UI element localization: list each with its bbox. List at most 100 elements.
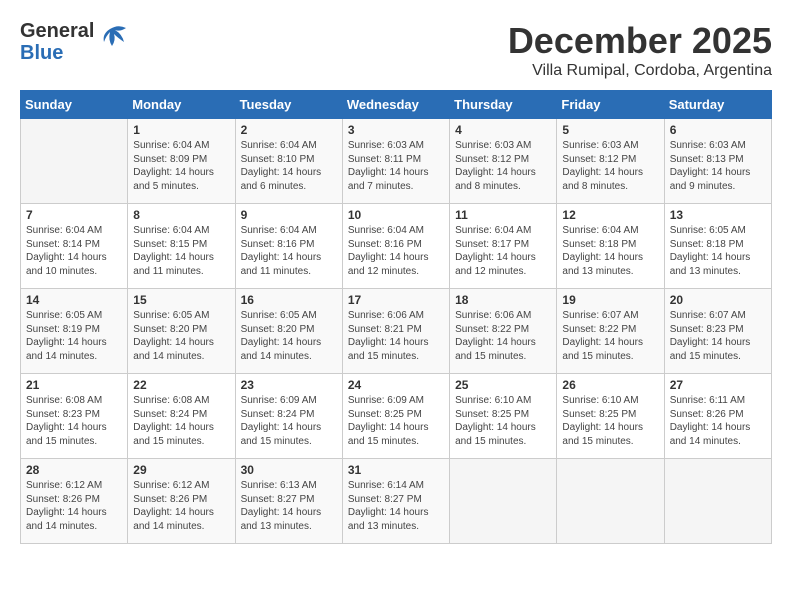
- day-number: 29: [133, 463, 229, 477]
- day-info: Sunrise: 6:03 AMSunset: 8:11 PMDaylight:…: [348, 139, 444, 193]
- day-info: Sunrise: 6:06 AMSunset: 8:22 PMDaylight:…: [455, 309, 551, 363]
- calendar-cell: 13 Sunrise: 6:05 AMSunset: 8:18 PMDayligh…: [664, 204, 771, 289]
- calendar-cell: [664, 459, 771, 544]
- page-header: General Blue December 2025 Villa Rumipal…: [20, 20, 772, 80]
- calendar-cell: [21, 119, 128, 204]
- calendar-cell: 28 Sunrise: 6:12 AMSunset: 8:26 PMDayligh…: [21, 459, 128, 544]
- day-number: 22: [133, 378, 229, 392]
- day-number: 3: [348, 123, 444, 137]
- calendar-cell: 3 Sunrise: 6:03 AMSunset: 8:11 PMDaylight…: [342, 119, 449, 204]
- day-number: 28: [26, 463, 122, 477]
- calendar-cell: 19Sunrise: 6:07 AMSunset: 8:22 PMDayligh…: [557, 289, 664, 374]
- calendar-cell: 14Sunrise: 6:05 AMSunset: 8:19 PMDayligh…: [21, 289, 128, 374]
- day-number: 2: [241, 123, 337, 137]
- day-number: 17: [348, 293, 444, 307]
- day-info: Sunrise: 6:03 AMSunset: 8:13 PMDaylight:…: [670, 139, 766, 193]
- day-number: 24: [348, 378, 444, 392]
- calendar-cell: 2 Sunrise: 6:04 AMSunset: 8:10 PMDaylight…: [235, 119, 342, 204]
- day-number: 5: [562, 123, 658, 137]
- day-number: 26: [562, 378, 658, 392]
- calendar-week-row: 1 Sunrise: 6:04 AMSunset: 8:09 PMDaylight…: [21, 119, 772, 204]
- day-info: Sunrise: 6:03 AMSunset: 8:12 PMDaylight:…: [455, 139, 551, 193]
- day-number: 9: [241, 208, 337, 222]
- calendar-cell: 15Sunrise: 6:05 AMSunset: 8:20 PMDayligh…: [128, 289, 235, 374]
- weekday-header: Wednesday: [342, 91, 449, 119]
- subtitle: Villa Rumipal, Cordoba, Argentina: [508, 62, 772, 80]
- day-info: Sunrise: 6:09 AMSunset: 8:25 PMDaylight:…: [348, 394, 444, 448]
- day-info: Sunrise: 6:06 AMSunset: 8:21 PMDaylight:…: [348, 309, 444, 363]
- day-info: Sunrise: 6:04 AMSunset: 8:10 PMDaylight:…: [241, 139, 337, 193]
- day-info: Sunrise: 6:04 AMSunset: 8:18 PMDaylight:…: [562, 224, 658, 278]
- calendar-cell: 20 Sunrise: 6:07 AMSunset: 8:23 PMDayligh…: [664, 289, 771, 374]
- calendar-cell: 9Sunrise: 6:04 AMSunset: 8:16 PMDaylight…: [235, 204, 342, 289]
- calendar-cell: 22 Sunrise: 6:08 AMSunset: 8:24 PMDayligh…: [128, 374, 235, 459]
- day-info: Sunrise: 6:10 AMSunset: 8:25 PMDaylight:…: [455, 394, 551, 448]
- calendar-cell: 18 Sunrise: 6:06 AMSunset: 8:22 PMDayligh…: [450, 289, 557, 374]
- calendar-header-row: SundayMondayTuesdayWednesdayThursdayFrid…: [21, 91, 772, 119]
- day-info: Sunrise: 6:04 AMSunset: 8:17 PMDaylight:…: [455, 224, 551, 278]
- day-number: 18: [455, 293, 551, 307]
- day-info: Sunrise: 6:13 AMSunset: 8:27 PMDaylight:…: [241, 479, 337, 533]
- calendar-cell: 1 Sunrise: 6:04 AMSunset: 8:09 PMDaylight…: [128, 119, 235, 204]
- calendar-week-row: 14Sunrise: 6:05 AMSunset: 8:19 PMDayligh…: [21, 289, 772, 374]
- day-number: 1: [133, 123, 229, 137]
- calendar-cell: 26 Sunrise: 6:10 AMSunset: 8:25 PMDayligh…: [557, 374, 664, 459]
- day-number: 11: [455, 208, 551, 222]
- day-number: 12: [562, 208, 658, 222]
- day-info: Sunrise: 6:04 AMSunset: 8:09 PMDaylight:…: [133, 139, 229, 193]
- calendar-cell: 12 Sunrise: 6:04 AMSunset: 8:18 PMDayligh…: [557, 204, 664, 289]
- day-number: 6: [670, 123, 766, 137]
- day-number: 23: [241, 378, 337, 392]
- day-number: 8: [133, 208, 229, 222]
- calendar-week-row: 21 Sunrise: 6:08 AMSunset: 8:23 PMDayligh…: [21, 374, 772, 459]
- weekday-header: Tuesday: [235, 91, 342, 119]
- calendar-cell: [450, 459, 557, 544]
- day-info: Sunrise: 6:05 AMSunset: 8:20 PMDaylight:…: [133, 309, 229, 363]
- day-info: Sunrise: 6:08 AMSunset: 8:23 PMDaylight:…: [26, 394, 122, 448]
- day-info: Sunrise: 6:08 AMSunset: 8:24 PMDaylight:…: [133, 394, 229, 448]
- day-info: Sunrise: 6:07 AMSunset: 8:23 PMDaylight:…: [670, 309, 766, 363]
- calendar-cell: 23 Sunrise: 6:09 AMSunset: 8:24 PMDayligh…: [235, 374, 342, 459]
- day-info: Sunrise: 6:12 AMSunset: 8:26 PMDaylight:…: [26, 479, 122, 533]
- day-info: Sunrise: 6:11 AMSunset: 8:26 PMDaylight:…: [670, 394, 766, 448]
- day-number: 10: [348, 208, 444, 222]
- day-number: 13: [670, 208, 766, 222]
- weekday-header: Thursday: [450, 91, 557, 119]
- logo-blue: Blue: [20, 42, 94, 64]
- day-info: Sunrise: 6:03 AMSunset: 8:12 PMDaylight:…: [562, 139, 658, 193]
- title-block: December 2025 Villa Rumipal, Cordoba, Ar…: [508, 20, 772, 80]
- logo: General Blue: [20, 20, 130, 64]
- calendar-cell: 27Sunrise: 6:11 AMSunset: 8:26 PMDayligh…: [664, 374, 771, 459]
- day-info: Sunrise: 6:14 AMSunset: 8:27 PMDaylight:…: [348, 479, 444, 533]
- calendar-week-row: 28 Sunrise: 6:12 AMSunset: 8:26 PMDayligh…: [21, 459, 772, 544]
- calendar-cell: 30 Sunrise: 6:13 AMSunset: 8:27 PMDayligh…: [235, 459, 342, 544]
- calendar-cell: 25 Sunrise: 6:10 AMSunset: 8:25 PMDayligh…: [450, 374, 557, 459]
- calendar-cell: 31 Sunrise: 6:14 AMSunset: 8:27 PMDayligh…: [342, 459, 449, 544]
- day-number: 20: [670, 293, 766, 307]
- day-info: Sunrise: 6:04 AMSunset: 8:15 PMDaylight:…: [133, 224, 229, 278]
- calendar-cell: 6 Sunrise: 6:03 AMSunset: 8:13 PMDaylight…: [664, 119, 771, 204]
- calendar-cell: 17 Sunrise: 6:06 AMSunset: 8:21 PMDayligh…: [342, 289, 449, 374]
- calendar-cell: 5 Sunrise: 6:03 AMSunset: 8:12 PMDaylight…: [557, 119, 664, 204]
- day-info: Sunrise: 6:05 AMSunset: 8:20 PMDaylight:…: [241, 309, 337, 363]
- calendar-cell: 21 Sunrise: 6:08 AMSunset: 8:23 PMDayligh…: [21, 374, 128, 459]
- logo-bird-icon: [100, 24, 130, 60]
- calendar-cell: 29Sunrise: 6:12 AMSunset: 8:26 PMDayligh…: [128, 459, 235, 544]
- day-number: 4: [455, 123, 551, 137]
- day-info: Sunrise: 6:04 AMSunset: 8:16 PMDaylight:…: [348, 224, 444, 278]
- calendar-cell: 11 Sunrise: 6:04 AMSunset: 8:17 PMDayligh…: [450, 204, 557, 289]
- day-info: Sunrise: 6:05 AMSunset: 8:18 PMDaylight:…: [670, 224, 766, 278]
- day-number: 19: [562, 293, 658, 307]
- day-number: 25: [455, 378, 551, 392]
- calendar-cell: 4 Sunrise: 6:03 AMSunset: 8:12 PMDaylight…: [450, 119, 557, 204]
- day-info: Sunrise: 6:05 AMSunset: 8:19 PMDaylight:…: [26, 309, 122, 363]
- calendar-table: SundayMondayTuesdayWednesdayThursdayFrid…: [20, 90, 772, 544]
- day-info: Sunrise: 6:09 AMSunset: 8:24 PMDaylight:…: [241, 394, 337, 448]
- day-number: 30: [241, 463, 337, 477]
- calendar-cell: 24 Sunrise: 6:09 AMSunset: 8:25 PMDayligh…: [342, 374, 449, 459]
- day-info: Sunrise: 6:10 AMSunset: 8:25 PMDaylight:…: [562, 394, 658, 448]
- day-number: 31: [348, 463, 444, 477]
- day-number: 21: [26, 378, 122, 392]
- calendar-week-row: 7Sunrise: 6:04 AMSunset: 8:14 PMDaylight…: [21, 204, 772, 289]
- day-number: 16: [241, 293, 337, 307]
